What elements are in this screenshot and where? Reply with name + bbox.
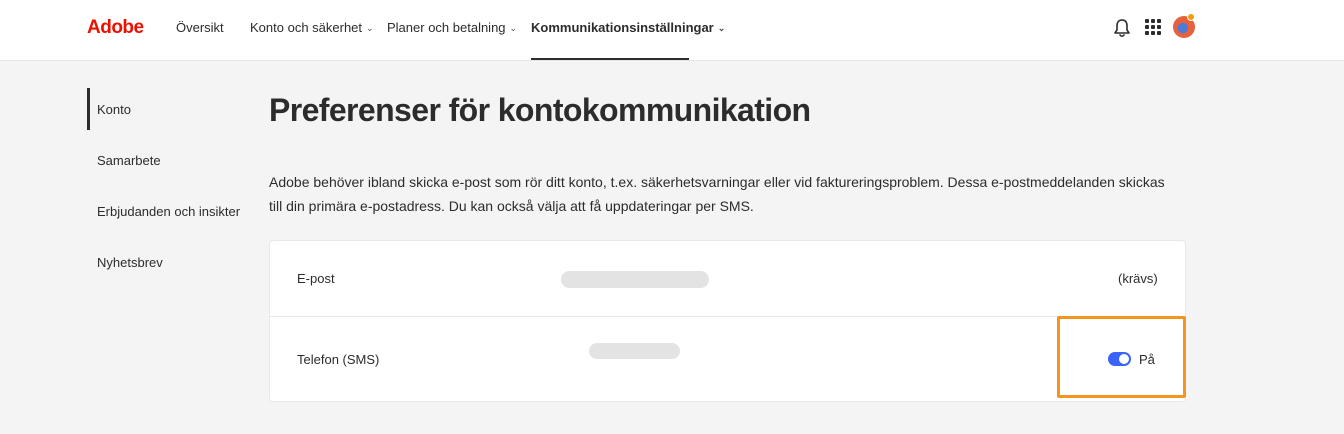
- sms-toggle-label: På: [1139, 352, 1155, 367]
- sidebar-item-collaboration[interactable]: Samarbete: [97, 153, 161, 168]
- active-tab-underline: [531, 58, 689, 60]
- nav-overview-label: Översikt: [176, 20, 224, 35]
- nav-plans-payment-label: Planer och betalning: [387, 20, 506, 35]
- page-description: Adobe behöver ibland skicka e-post som r…: [269, 174, 1165, 214]
- nav-plans-payment[interactable]: Planer och betalning ⌄: [387, 20, 517, 35]
- email-value-redacted: [561, 271, 709, 288]
- app-grid-icon[interactable]: [1145, 19, 1161, 35]
- row-divider: [269, 316, 1186, 317]
- nav-communication-settings[interactable]: Kommunikationsinställningar ⌄: [531, 20, 725, 35]
- chevron-down-icon: ⌄: [509, 23, 518, 33]
- sidebar-item-offers-insights[interactable]: Erbjudanden och insikter: [97, 204, 240, 219]
- phone-value-redacted: [589, 343, 680, 359]
- sms-toggle[interactable]: [1108, 352, 1131, 366]
- top-navigation-bar: Adobe Översikt Konto och säkerhet ⌄ Plane…: [0, 0, 1344, 61]
- sidebar-item-account[interactable]: Konto: [97, 102, 131, 117]
- sidebar-item-newsletter[interactable]: Nyhetsbrev: [97, 255, 163, 270]
- email-required-label: (krävs): [1118, 271, 1158, 286]
- bell-icon[interactable]: [1113, 18, 1131, 38]
- nav-communication-settings-label: Kommunikationsinställningar: [531, 20, 714, 35]
- email-row-label: E-post: [297, 271, 335, 286]
- nav-overview[interactable]: Översikt: [176, 20, 224, 35]
- chevron-down-icon: ⌄: [717, 23, 726, 33]
- nav-account-security[interactable]: Konto och säkerhet ⌄: [250, 20, 374, 35]
- sidebar-selected-indicator: [87, 88, 90, 130]
- page-title: Preferenser för kontokommunikation: [269, 92, 811, 128]
- adobe-logo[interactable]: Adobe: [87, 17, 144, 39]
- communication-preferences-card: [269, 240, 1186, 402]
- sms-row-label: Telefon (SMS): [297, 352, 380, 367]
- notification-dot-icon: [1187, 13, 1195, 21]
- nav-account-security-label: Konto och säkerhet: [250, 20, 363, 35]
- chevron-down-icon: ⌄: [366, 23, 374, 33]
- toggle-knob: [1119, 354, 1129, 364]
